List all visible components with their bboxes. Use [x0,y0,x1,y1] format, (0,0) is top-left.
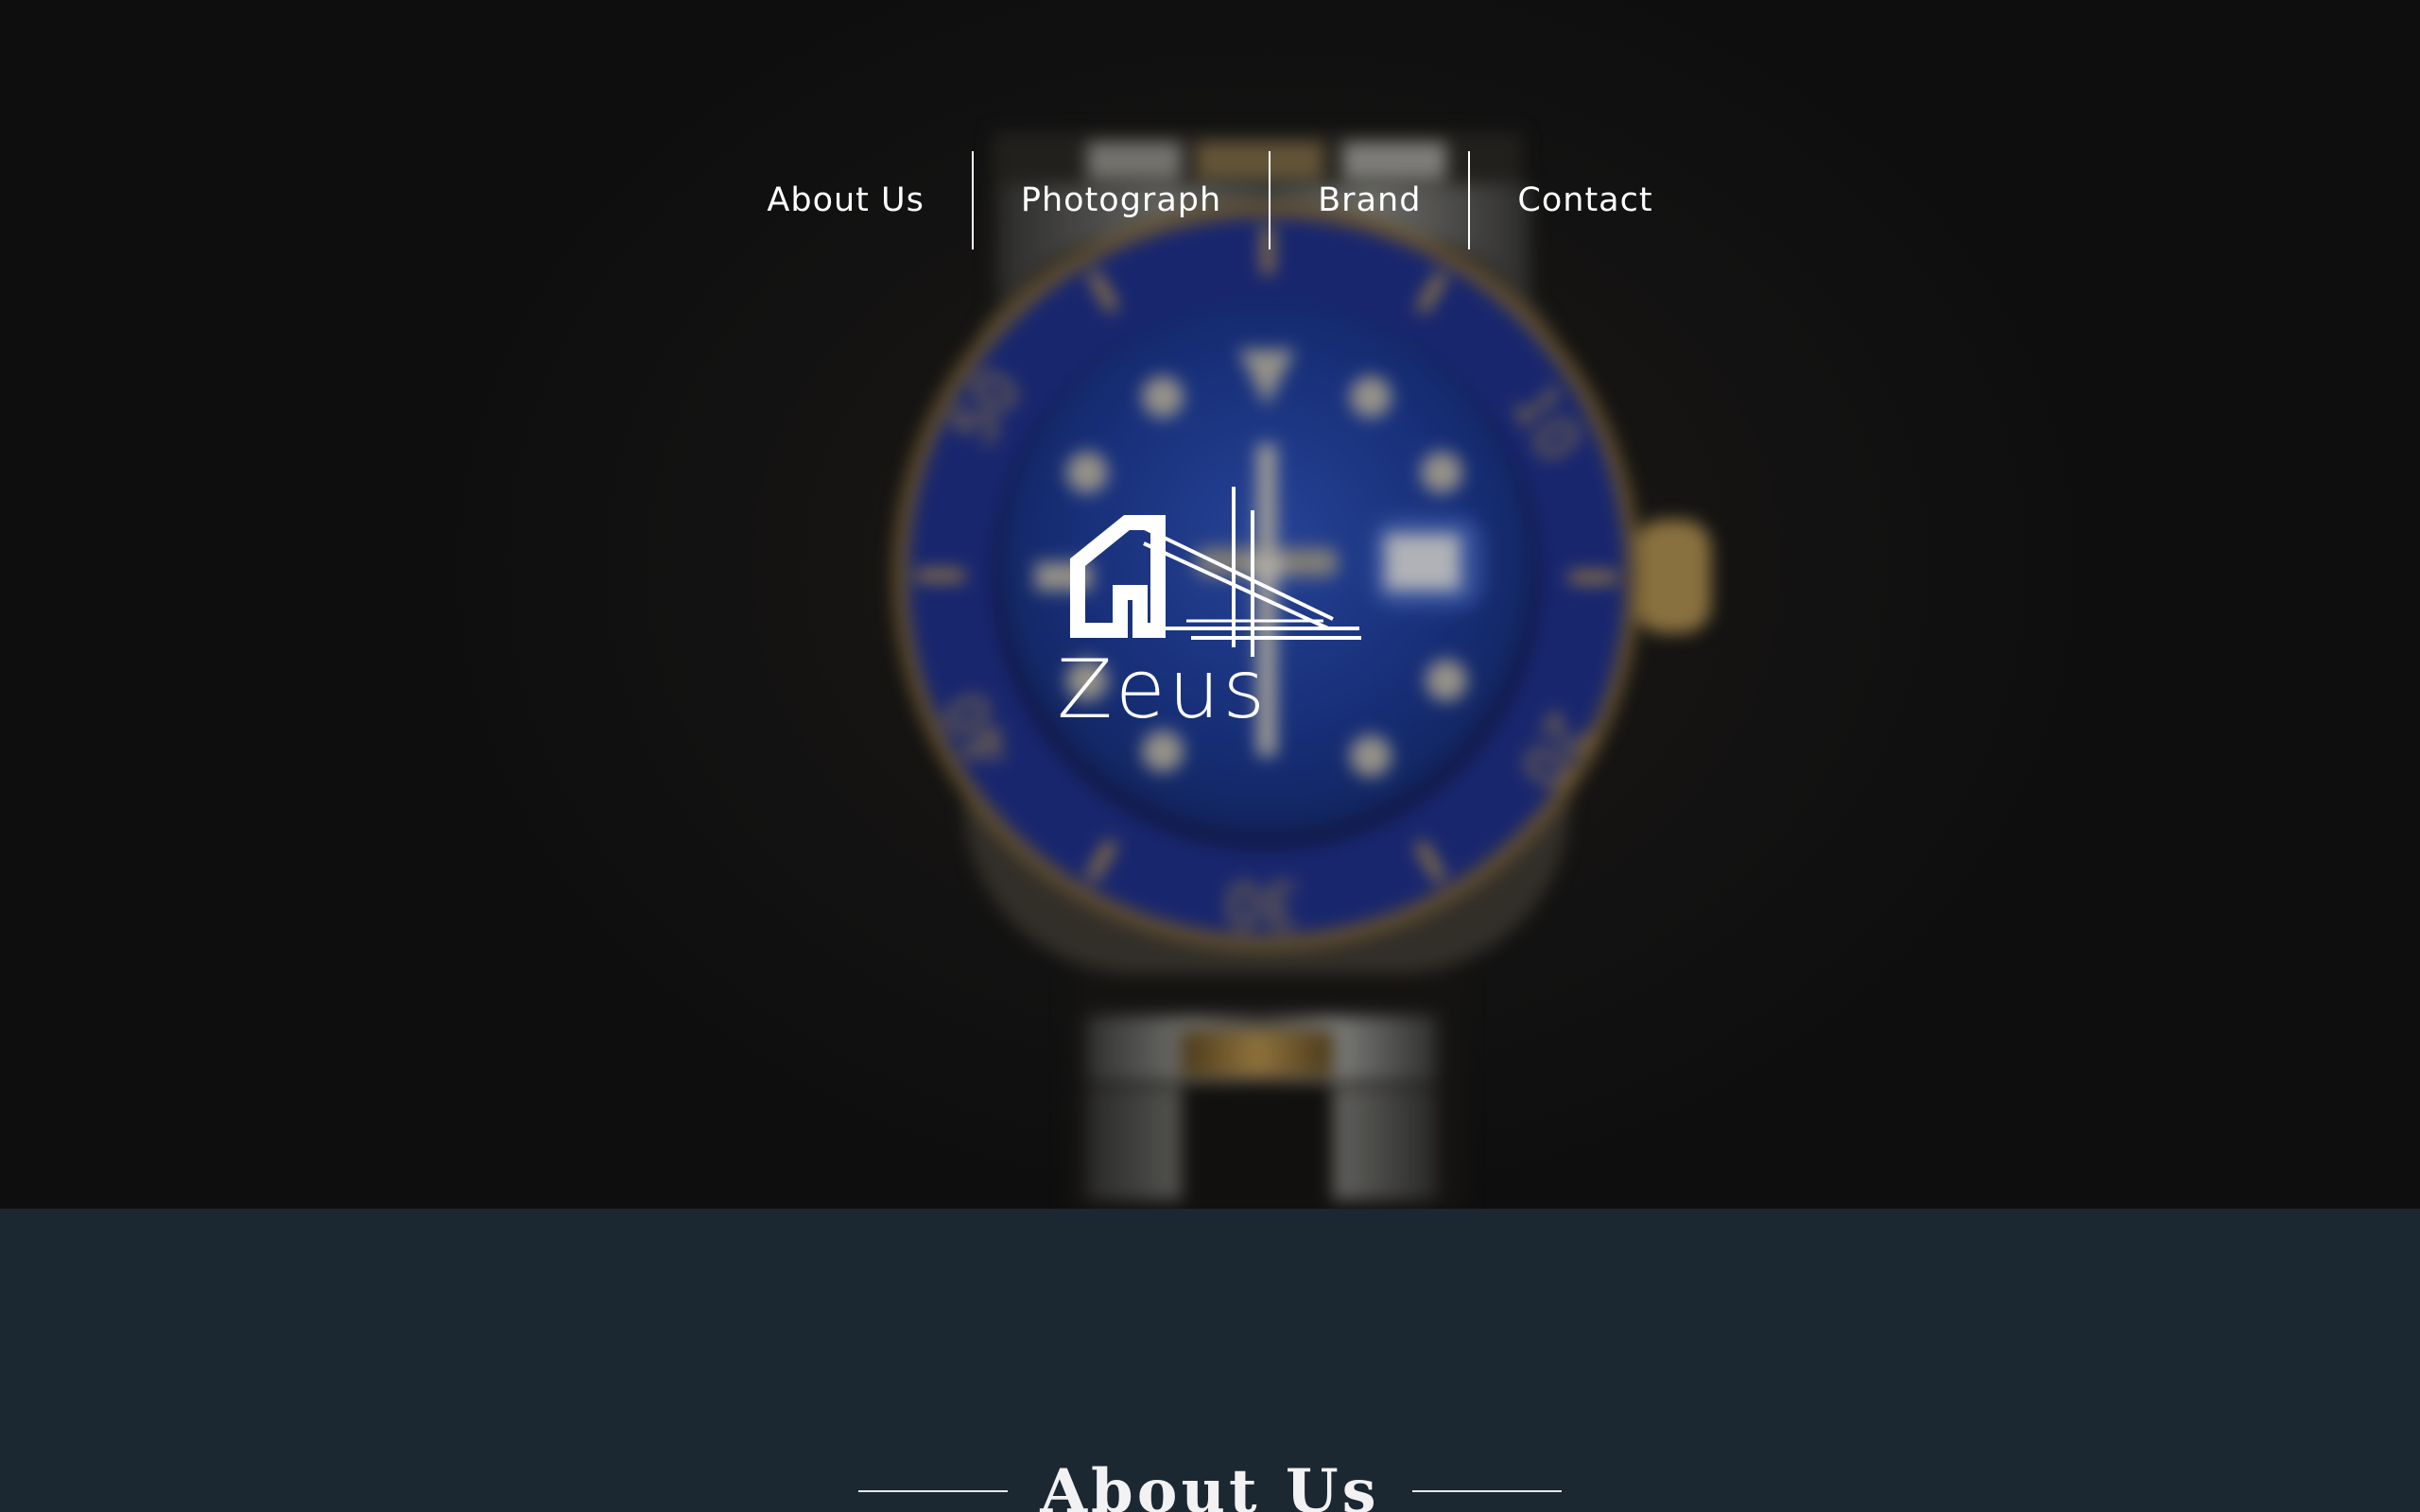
nav-item-about-us[interactable]: About Us [719,151,971,249]
page: 50 10 20 30 40 About Us Photograph Brand… [0,0,2420,1512]
about-heading-row: About Us [0,1450,2420,1512]
nav-item-photograph[interactable]: Photograph [974,151,1269,249]
site-logo[interactable]: Zeus [1049,487,1371,732]
heading-divider-left [858,1490,1009,1492]
about-heading: About Us [1040,1456,1380,1512]
main-navigation: About Us Photograph Brand Contact [0,151,2420,249]
heading-divider-right [1411,1490,1562,1492]
house-icon [1070,487,1361,657]
about-section: About Us [0,1209,2420,1512]
nav-item-brand[interactable]: Brand [1270,151,1468,249]
nav-item-contact[interactable]: Contact [1470,151,1700,249]
logo-wordmark: Zeus [1057,643,1269,737]
hero-section: 50 10 20 30 40 About Us Photograph Brand… [0,0,2420,1209]
